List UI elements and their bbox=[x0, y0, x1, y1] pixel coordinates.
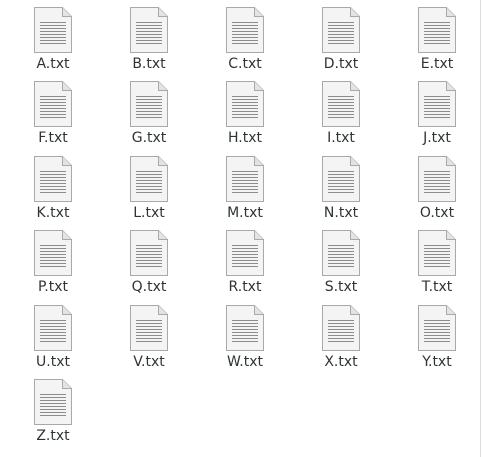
file-item-x-txt[interactable]: X.txt bbox=[293, 304, 389, 378]
text-file-icon bbox=[418, 155, 456, 202]
text-file-icon bbox=[130, 304, 168, 351]
text-file-icon bbox=[34, 304, 72, 351]
file-item-h-txt[interactable]: H.txt bbox=[197, 80, 293, 154]
text-file-icon bbox=[226, 230, 264, 277]
file-name-label: B.txt bbox=[132, 56, 166, 72]
file-item-b-txt[interactable]: B.txt bbox=[101, 6, 197, 80]
file-item-e-txt[interactable]: E.txt bbox=[389, 6, 484, 80]
file-item-k-txt[interactable]: K.txt bbox=[5, 155, 101, 229]
file-name-label: U.txt bbox=[36, 353, 70, 370]
file-name-label: S.txt bbox=[324, 279, 358, 296]
file-item-y-txt[interactable]: Y.txt bbox=[389, 304, 484, 378]
file-item-v-txt[interactable]: V.txt bbox=[101, 304, 197, 378]
text-file-icon bbox=[34, 155, 72, 202]
file-name-label: T.txt bbox=[421, 279, 453, 296]
file-name-label: M.txt bbox=[227, 204, 263, 221]
file-item-o-txt[interactable]: O.txt bbox=[389, 155, 484, 229]
file-item-s-txt[interactable]: S.txt bbox=[293, 229, 389, 303]
file-item-u-txt[interactable]: U.txt bbox=[5, 304, 101, 378]
file-manager-icon-view: A.txt B.txt C.txt D.txt E.txt F.txt G.tx… bbox=[0, 0, 484, 457]
text-file-icon bbox=[34, 7, 72, 53]
file-name-label: E.txt bbox=[420, 56, 454, 72]
file-item-w-txt[interactable]: W.txt bbox=[197, 304, 293, 378]
file-item-n-txt[interactable]: N.txt bbox=[293, 155, 389, 229]
text-file-icon bbox=[130, 230, 168, 277]
file-item-t-txt[interactable]: T.txt bbox=[389, 229, 484, 303]
file-name-label: L.txt bbox=[133, 204, 165, 221]
file-item-z-txt[interactable]: Z.txt bbox=[5, 378, 101, 452]
text-file-icon bbox=[226, 155, 264, 202]
file-item-l-txt[interactable]: L.txt bbox=[101, 155, 197, 229]
text-file-icon bbox=[418, 230, 456, 277]
file-name-label: Y.txt bbox=[422, 353, 452, 370]
file-name-label: V.txt bbox=[133, 353, 165, 370]
file-name-label: H.txt bbox=[228, 130, 262, 147]
file-name-label: Q.txt bbox=[131, 279, 167, 296]
text-file-icon bbox=[418, 304, 456, 351]
file-item-p-txt[interactable]: P.txt bbox=[5, 229, 101, 303]
text-file-icon bbox=[34, 81, 72, 128]
file-name-label: I.txt bbox=[327, 130, 355, 147]
file-item-r-txt[interactable]: R.txt bbox=[197, 229, 293, 303]
file-name-label: P.txt bbox=[38, 279, 68, 296]
file-item-g-txt[interactable]: G.txt bbox=[101, 80, 197, 154]
file-name-label: N.txt bbox=[323, 204, 359, 221]
file-item-d-txt[interactable]: D.txt bbox=[293, 6, 389, 80]
file-name-label: O.txt bbox=[419, 204, 455, 221]
file-name-label: W.txt bbox=[227, 353, 263, 370]
file-name-label: C.txt bbox=[228, 56, 262, 72]
file-item-i-txt[interactable]: I.txt bbox=[293, 80, 389, 154]
text-file-icon bbox=[130, 81, 168, 128]
file-grid: A.txt B.txt C.txt D.txt E.txt F.txt G.tx… bbox=[5, 6, 484, 452]
text-file-icon bbox=[322, 230, 360, 277]
file-item-m-txt[interactable]: M.txt bbox=[197, 155, 293, 229]
file-name-label: X.txt bbox=[324, 353, 358, 370]
file-name-label: K.txt bbox=[36, 204, 70, 221]
text-file-icon bbox=[226, 304, 264, 351]
text-file-icon bbox=[322, 81, 360, 128]
text-file-icon bbox=[226, 7, 264, 53]
file-item-q-txt[interactable]: Q.txt bbox=[101, 229, 197, 303]
file-name-label: F.txt bbox=[38, 130, 68, 147]
view-right-border bbox=[480, 0, 481, 457]
text-file-icon bbox=[34, 230, 72, 277]
file-name-label: J.txt bbox=[423, 130, 451, 147]
text-file-icon bbox=[322, 7, 360, 53]
text-file-icon bbox=[322, 304, 360, 351]
text-file-icon bbox=[226, 81, 264, 128]
file-item-a-txt[interactable]: A.txt bbox=[5, 6, 101, 80]
text-file-icon bbox=[130, 7, 168, 53]
file-name-label: D.txt bbox=[323, 56, 359, 72]
file-name-label: Z.txt bbox=[36, 427, 70, 444]
text-file-icon bbox=[418, 81, 456, 128]
text-file-icon bbox=[322, 155, 360, 202]
file-name-label: G.txt bbox=[131, 130, 167, 147]
text-file-icon bbox=[418, 7, 456, 53]
file-item-f-txt[interactable]: F.txt bbox=[5, 80, 101, 154]
file-name-label: A.txt bbox=[36, 56, 70, 72]
file-item-c-txt[interactable]: C.txt bbox=[197, 6, 293, 80]
file-item-j-txt[interactable]: J.txt bbox=[389, 80, 484, 154]
text-file-icon bbox=[34, 378, 72, 425]
file-name-label: R.txt bbox=[228, 279, 262, 296]
text-file-icon bbox=[130, 155, 168, 202]
